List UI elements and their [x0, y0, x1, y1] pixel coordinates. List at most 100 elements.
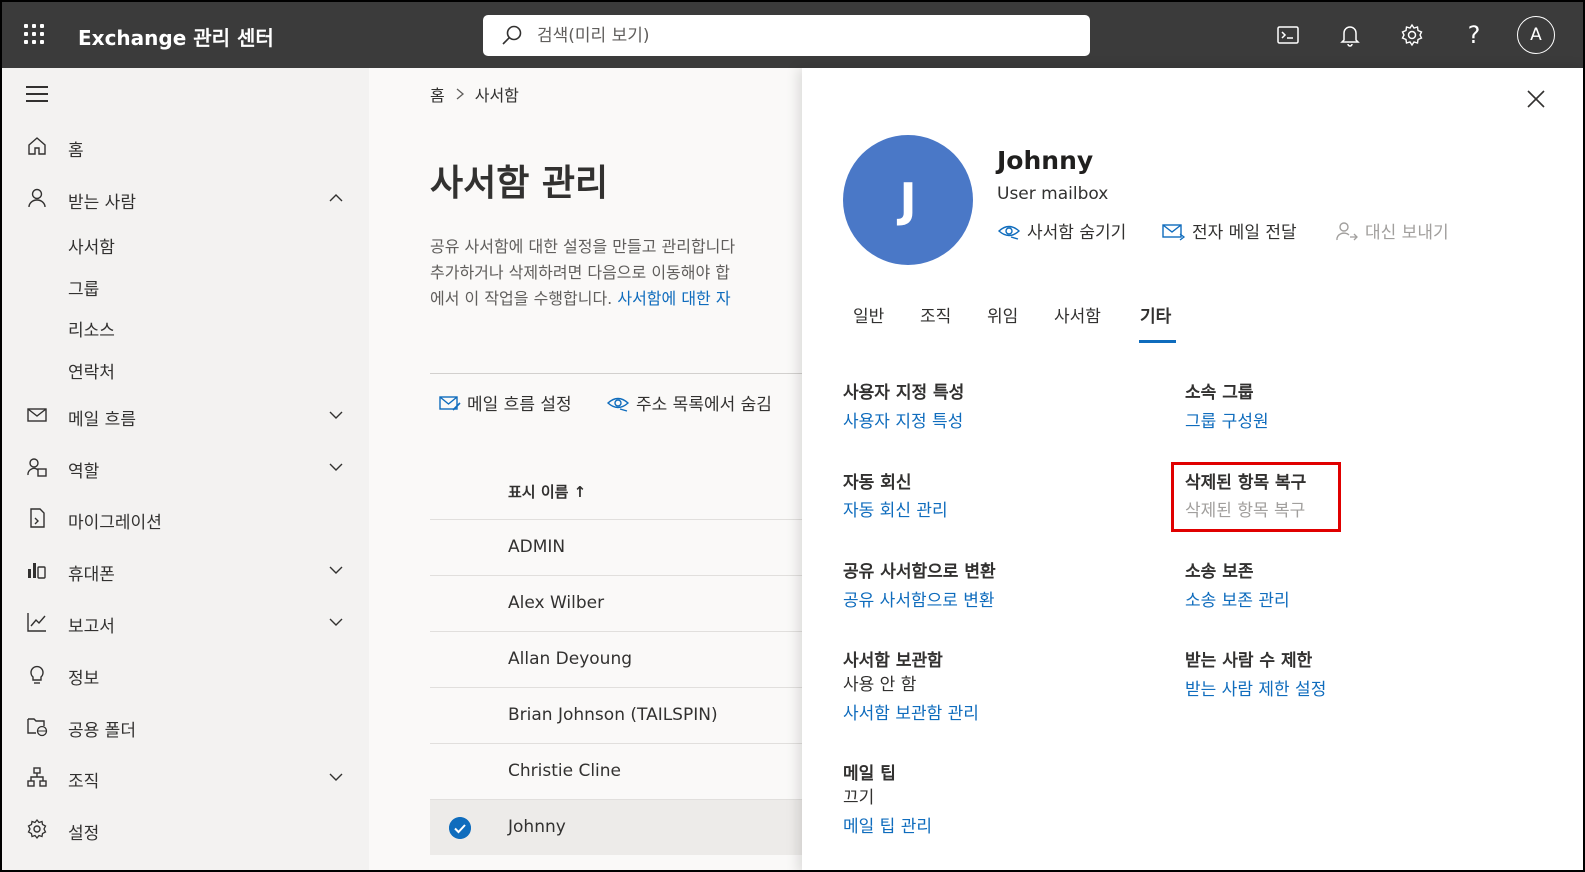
archive-link[interactable]: 사서함 보관함 관리: [843, 699, 979, 724]
hide-from-address-list-button[interactable]: 주소 목록에서 숨김: [606, 390, 772, 415]
auto-reply-link[interactable]: 자동 회신 관리: [843, 496, 948, 521]
mail-flow-settings-button[interactable]: 메일 흐름 설정: [439, 390, 572, 415]
archive-status: 사용 안 함: [843, 675, 917, 695]
hide-mailbox-button[interactable]: 사서함 숨기기: [997, 218, 1126, 243]
divider: [430, 373, 802, 374]
chevron-down-icon[interactable]: [328, 407, 344, 423]
mailtip-link[interactable]: 메일 팁 관리: [843, 812, 932, 837]
description-line: 추가하거나 삭제하려면 다음으로 이동해야 합: [430, 263, 731, 282]
home-icon: [28, 137, 46, 155]
nav-label: 휴대폰: [68, 565, 115, 585]
mailbox-type: User mailbox: [997, 184, 1109, 204]
app-launcher-icon[interactable]: [24, 24, 46, 46]
table-row-selected[interactable]: Johnny: [430, 799, 802, 855]
org-chart-icon: [27, 767, 47, 787]
nav-item-roles[interactable]: 역할: [2, 447, 369, 487]
person-icon: [28, 188, 46, 208]
nav-subitem-mailboxes[interactable]: 사서함: [68, 233, 115, 258]
nav-subitem-groups[interactable]: 그룹: [68, 275, 99, 300]
nav-item-migration[interactable]: 마이그레이션: [2, 498, 369, 538]
hamburger-menu-icon[interactable]: [26, 86, 48, 102]
main-content: 홈 사서함 사서함 관리 공유 사서함에 대한 설정을 만들고 관리합니다 추가…: [369, 68, 802, 870]
nav-item-mobile[interactable]: 휴대폰: [2, 550, 369, 590]
nav-item-insights[interactable]: 정보: [2, 654, 369, 694]
chevron-down-icon[interactable]: [328, 769, 344, 785]
member-of-link[interactable]: 그룹 구성원: [1185, 407, 1269, 432]
recipient-limit-title: 받는 사람 수 제한: [1185, 651, 1313, 671]
table-row[interactable]: Brian Johnson (TAILSPIN): [430, 687, 802, 743]
tab-delegation[interactable]: 위임: [987, 302, 1018, 327]
recipient-limit-link[interactable]: 받는 사람 제한 설정: [1185, 675, 1326, 700]
breadcrumb-home[interactable]: 홈: [430, 82, 445, 106]
nav-item-public-folders[interactable]: 공용 폴더: [2, 706, 369, 746]
button-label: 메일 흐름 설정: [467, 395, 572, 415]
description-link[interactable]: 사서함에 대한 자: [617, 289, 730, 308]
chart-line-icon: [27, 613, 46, 632]
cloud-shell-icon[interactable]: [1275, 22, 1301, 48]
mail-icon: [27, 408, 47, 422]
checkmark-circle-icon[interactable]: [449, 817, 471, 839]
custom-attributes-link[interactable]: 사용자 지정 특성: [843, 407, 963, 432]
mailtip-title: 메일 팁: [843, 764, 896, 784]
row-display-name: Johnny: [508, 817, 566, 837]
nav-item-organization[interactable]: 조직: [2, 757, 369, 797]
app-window: Exchange 관리 센터 ? A 홈 받는 사람: [0, 0, 1585, 872]
nav-item-mail-flow[interactable]: 메일 흐름: [2, 395, 369, 435]
lightbulb-icon: [30, 665, 44, 684]
nav-label: 설정: [68, 824, 100, 844]
nav-item-home[interactable]: 홈: [2, 126, 369, 166]
person-arrow-icon: [1336, 221, 1358, 240]
folder-globe-icon: [27, 718, 48, 737]
tab-others[interactable]: 기타: [1140, 302, 1171, 327]
eye-hidden-icon: [606, 397, 630, 412]
mail-forward-icon: [1162, 223, 1186, 241]
table-row[interactable]: Allan Deyoung: [430, 631, 802, 687]
close-icon[interactable]: [1525, 88, 1547, 110]
member-of-title: 소속 그룹: [1185, 383, 1254, 403]
table-row[interactable]: ADMIN: [430, 519, 802, 575]
nav-item-reports[interactable]: 보고서: [2, 602, 369, 642]
email-forwarding-button[interactable]: 전자 메일 전달: [1162, 218, 1297, 243]
litigation-hold-title: 소송 보존: [1185, 562, 1254, 582]
chevron-down-icon[interactable]: [328, 459, 344, 475]
nav-item-settings[interactable]: 설정: [2, 809, 369, 849]
convert-shared-title: 공유 사서함으로 변환: [843, 562, 996, 582]
mail-edit-icon: [439, 395, 461, 411]
column-header-display-name[interactable]: 표시 이름 ↑: [508, 481, 586, 502]
row-display-name: Allan Deyoung: [508, 649, 633, 669]
help-icon[interactable]: ?: [1461, 21, 1487, 49]
search-input[interactable]: [537, 23, 1067, 49]
nav-subitem-resources[interactable]: 리소스: [68, 316, 115, 341]
nav-item-recipients[interactable]: 받는 사람: [2, 178, 369, 218]
chevron-up-icon[interactable]: [328, 190, 344, 206]
convert-shared-link[interactable]: 공유 사서함으로 변환: [843, 586, 995, 611]
table-row[interactable]: Alex Wilber: [430, 575, 802, 631]
recover-deleted-items-link[interactable]: 삭제된 항목 복구: [1185, 496, 1305, 521]
nav-label: 홈: [68, 141, 84, 161]
chevron-right-icon: [456, 88, 464, 100]
tab-organization[interactable]: 조직: [920, 302, 951, 327]
app-title: Exchange 관리 센터: [78, 26, 274, 50]
nav-subitem-contacts[interactable]: 연락처: [68, 358, 115, 383]
breadcrumb-current: 사서함: [474, 86, 519, 105]
tab-mailbox[interactable]: 사서함: [1054, 302, 1101, 327]
mailbox-name: Johnny: [997, 146, 1094, 175]
litigation-hold-link[interactable]: 소송 보존 관리: [1185, 586, 1290, 611]
mailbox-details-panel: J Johnny User mailbox 사서함 숨기기 전자 메일 전달 대…: [802, 68, 1583, 870]
gear-icon[interactable]: [1399, 22, 1425, 48]
chevron-down-icon[interactable]: [328, 614, 344, 630]
tab-general[interactable]: 일반: [853, 302, 884, 327]
role-icon: [27, 458, 47, 477]
top-bar: Exchange 관리 센터 ? A: [2, 2, 1583, 68]
nav-label: 받는 사람: [68, 193, 136, 213]
bell-icon[interactable]: [1337, 22, 1363, 48]
search-box[interactable]: [483, 15, 1090, 56]
mailbox-avatar: J: [843, 135, 973, 265]
archive-title: 사서함 보관함: [843, 651, 943, 671]
send-on-behalf-button[interactable]: 대신 보내기: [1335, 218, 1449, 243]
left-navigation: 홈 받는 사람 사서함 그룹 리소스 연락처 메일 흐름 역할 마이그레이션 휴…: [2, 68, 369, 870]
user-avatar[interactable]: A: [1517, 16, 1555, 54]
chevron-down-icon[interactable]: [328, 562, 344, 578]
table-row[interactable]: Christie Cline: [430, 743, 802, 799]
nav-label: 보고서: [68, 617, 115, 637]
